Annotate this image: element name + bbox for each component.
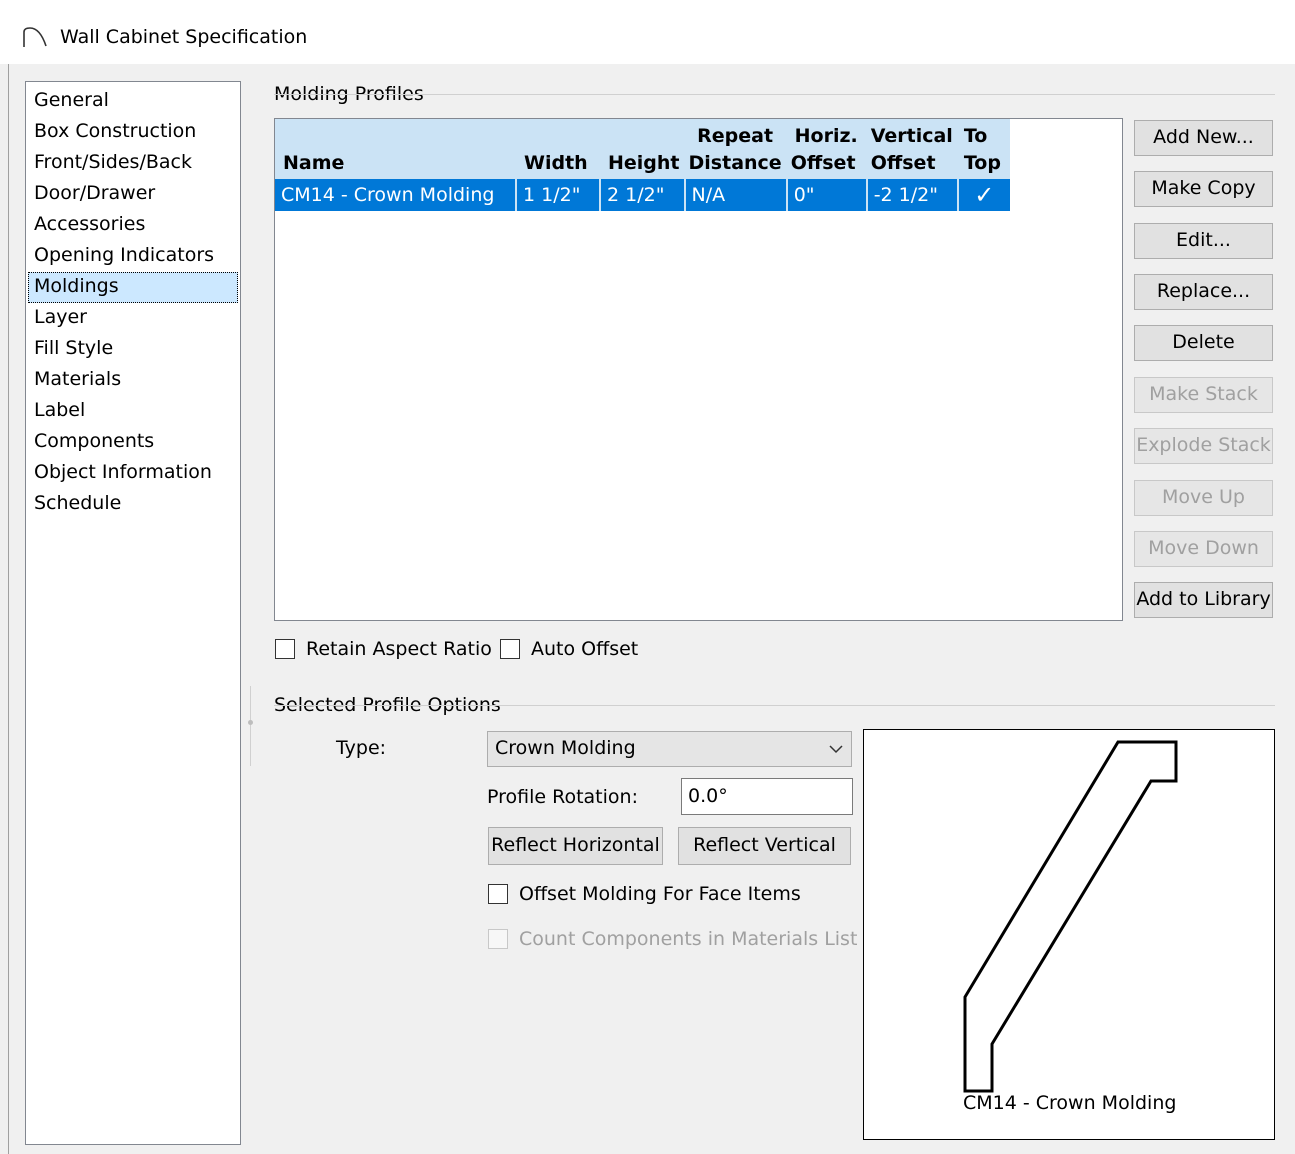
nav-item-door-drawer[interactable]: Door/Drawer xyxy=(28,179,238,210)
auto-offset-label: Auto Offset xyxy=(531,638,639,660)
preview-caption: CM14 - Crown Molding xyxy=(963,1092,1177,1114)
count-components-label: Count Components in Materials List xyxy=(519,928,858,950)
type-dropdown[interactable]: Crown Molding xyxy=(487,731,852,767)
nav-item-materials[interactable]: Materials xyxy=(28,365,238,396)
cell-name[interactable]: CM14 - Crown Molding xyxy=(275,179,517,211)
cell-vertical-offset[interactable]: -2 1/2" xyxy=(866,179,959,211)
replace-button[interactable]: Replace... xyxy=(1134,274,1273,310)
explode-stack-button[interactable]: Explode Stack xyxy=(1134,428,1273,464)
column-header-height[interactable]: Height xyxy=(600,119,685,179)
profile-rotation-label: Profile Rotation: xyxy=(487,786,638,808)
offset-molding-label: Offset Molding For Face Items xyxy=(519,883,801,905)
profile-preview: CM14 - Crown Molding xyxy=(863,729,1275,1140)
reflect-horizontal-button[interactable]: Reflect Horizontal xyxy=(488,827,663,865)
nav-item-moldings[interactable]: Moldings xyxy=(28,272,238,303)
move-down-button[interactable]: Move Down xyxy=(1134,531,1273,567)
title-bar: Wall Cabinet Specification xyxy=(0,0,1295,64)
auto-offset-checkbox[interactable]: Auto Offset xyxy=(500,638,638,660)
type-dropdown-value: Crown Molding xyxy=(495,737,636,759)
group-divider xyxy=(274,705,1275,706)
group-divider xyxy=(274,94,1275,95)
retain-aspect-ratio-label: Retain Aspect Ratio xyxy=(306,638,492,660)
crown-molding-profile-shape xyxy=(963,740,1178,1093)
column-header-width[interactable]: Width xyxy=(516,119,600,179)
cell-to-top[interactable]: ✓ xyxy=(957,179,1010,211)
arc-icon xyxy=(22,26,48,53)
make-copy-button[interactable]: Make Copy xyxy=(1134,171,1273,207)
retain-aspect-ratio-checkbox[interactable]: Retain Aspect Ratio xyxy=(275,638,492,660)
add-new-button[interactable]: Add New... xyxy=(1134,120,1273,156)
checkmark-icon: ✓ xyxy=(974,181,995,209)
column-header-repeat-distance[interactable]: Repeat Distance xyxy=(684,119,787,179)
cell-horiz-offset[interactable]: 0" xyxy=(786,179,868,211)
column-header-vertical-offset[interactable]: Vertical Offset xyxy=(866,119,958,179)
nav-item-general[interactable]: General xyxy=(28,86,238,117)
type-label: Type: xyxy=(336,737,387,759)
offset-molding-checkbox[interactable]: Offset Molding For Face Items xyxy=(488,883,801,905)
chevron-down-icon xyxy=(829,732,843,777)
edit-button[interactable]: Edit... xyxy=(1134,223,1273,259)
add-to-library-button[interactable]: Add to Library xyxy=(1134,582,1273,618)
nav-item-schedule[interactable]: Schedule xyxy=(28,489,238,520)
column-header-horiz-offset[interactable]: Horiz. Offset xyxy=(786,119,867,179)
nav-item-fill-style[interactable]: Fill Style xyxy=(28,334,238,365)
table-row[interactable]: CM14 - Crown Molding 1 1/2" 2 1/2" N/A 0… xyxy=(275,179,1010,211)
column-header-name[interactable]: Name xyxy=(275,119,516,179)
nav-item-label[interactable]: Label xyxy=(28,396,238,427)
nav-item-box-construction[interactable]: Box Construction xyxy=(28,117,238,148)
splitter-grip-icon[interactable] xyxy=(248,720,253,725)
nav-item-front-sides-back[interactable]: Front/Sides/Back xyxy=(28,148,238,179)
make-stack-button[interactable]: Make Stack xyxy=(1134,377,1273,413)
molding-profiles-table[interactable]: Name Width Height Repeat Distance Horiz. O… xyxy=(274,118,1123,621)
column-header-to-top[interactable]: To Top xyxy=(957,119,1010,179)
checkbox-box[interactable] xyxy=(488,884,508,904)
cell-height[interactable]: 2 1/2" xyxy=(600,179,686,211)
count-components-checkbox[interactable]: Count Components in Materials List xyxy=(488,928,857,950)
profile-rotation-input[interactable]: 0.0° xyxy=(681,778,853,815)
cell-repeat-distance[interactable]: N/A xyxy=(684,179,788,211)
delete-button[interactable]: Delete xyxy=(1134,325,1273,361)
window-title: Wall Cabinet Specification xyxy=(60,26,308,48)
nav-item-opening-indicators[interactable]: Opening Indicators xyxy=(28,241,238,272)
nav-item-layer[interactable]: Layer xyxy=(28,303,238,334)
nav-item-components[interactable]: Components xyxy=(28,427,238,458)
checkbox-box[interactable] xyxy=(488,929,508,949)
cell-width[interactable]: 1 1/2" xyxy=(516,179,601,211)
window-border xyxy=(8,64,9,1154)
table-header-row: Name Width Height Repeat Distance Horiz. O… xyxy=(275,119,1010,179)
move-up-button[interactable]: Move Up xyxy=(1134,480,1273,516)
nav-item-accessories[interactable]: Accessories xyxy=(28,210,238,241)
checkbox-box[interactable] xyxy=(275,639,295,659)
checkbox-box[interactable] xyxy=(500,639,520,659)
reflect-vertical-button[interactable]: Reflect Vertical xyxy=(678,827,851,865)
nav-item-object-information[interactable]: Object Information xyxy=(28,458,238,489)
category-list[interactable]: General Box Construction Front/Sides/Back D… xyxy=(25,81,241,1145)
panel-splitter[interactable] xyxy=(250,686,251,766)
